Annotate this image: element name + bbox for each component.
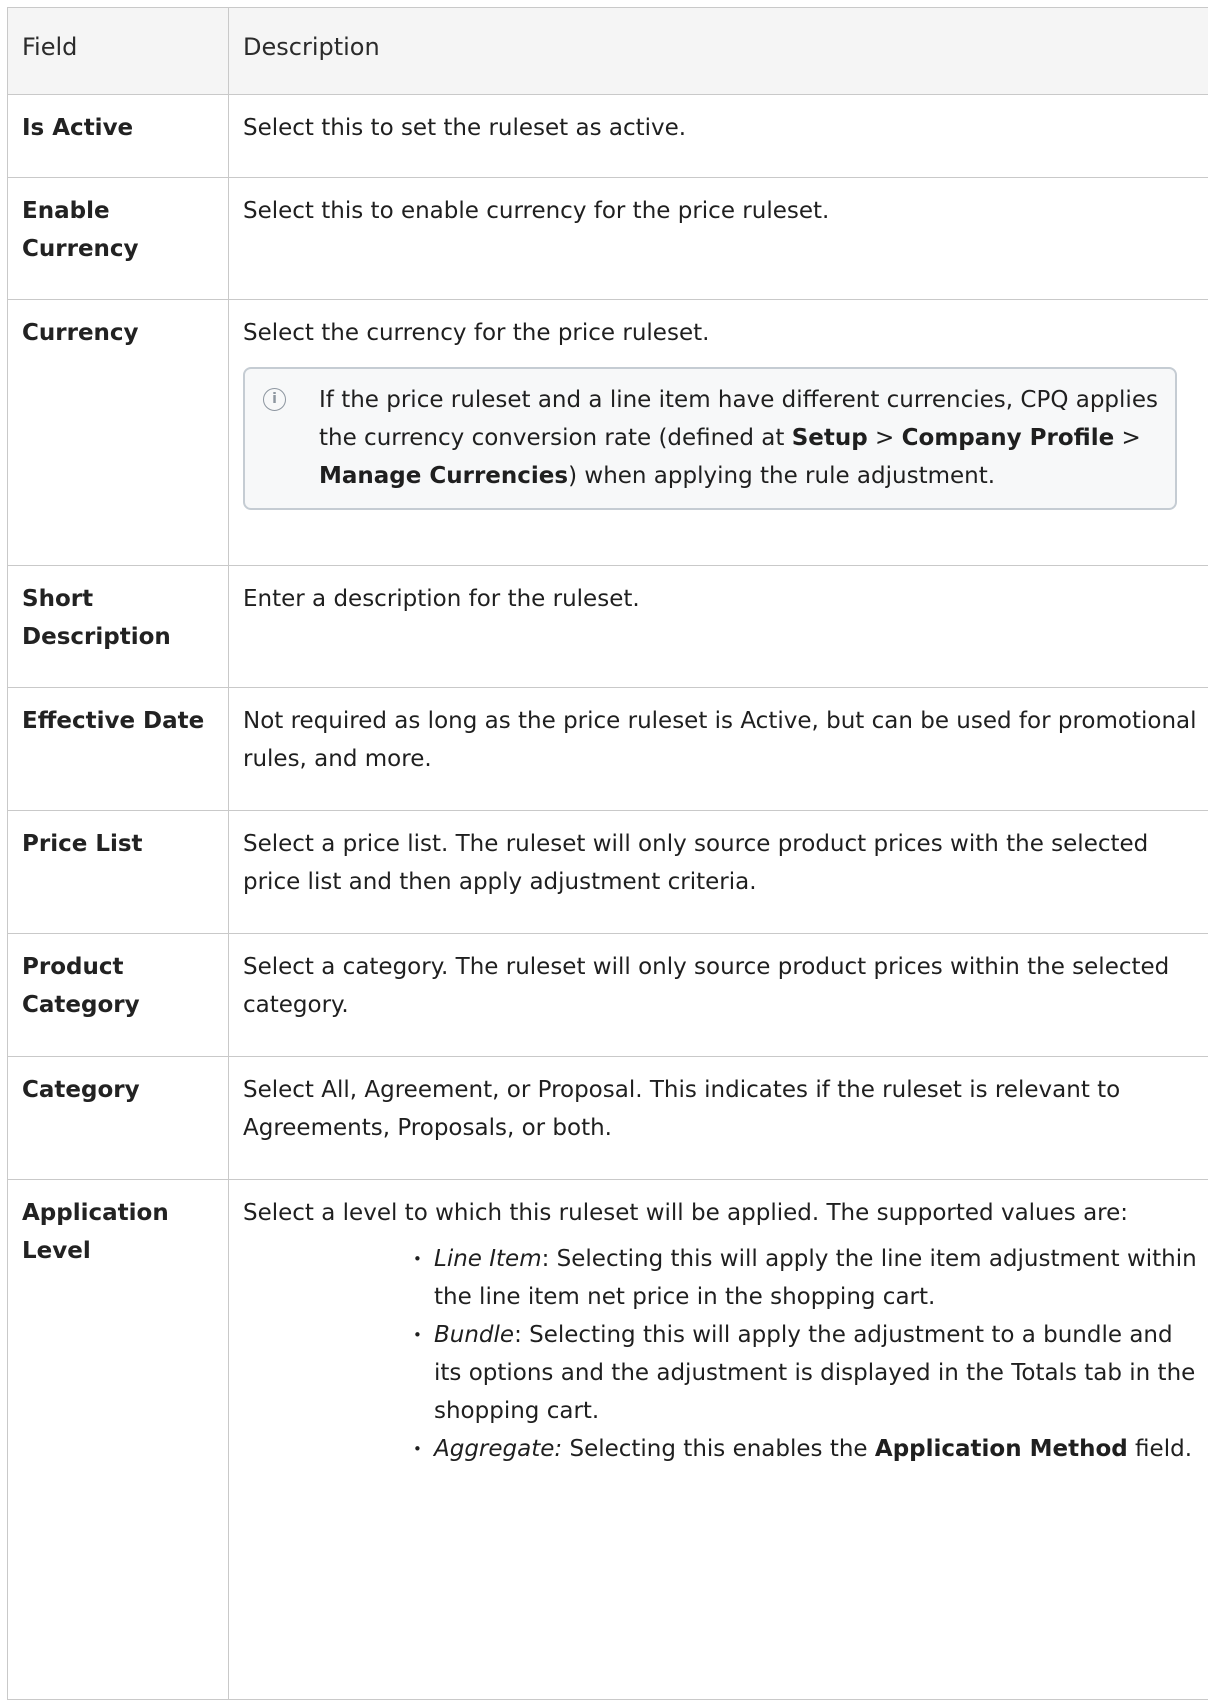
list-item-text: : Selecting this will apply the adjustme… [434, 1322, 1195, 1424]
ruleset-fields-table: Field Description Is Active Select this … [7, 7, 1208, 1700]
info-note: iIf the price ruleset and a line item ha… [243, 367, 1177, 510]
field-name: Category [8, 1057, 229, 1180]
list-item: Line Item: Selecting this will apply the… [399, 1240, 1205, 1316]
company-profile-text: Company Profile [902, 425, 1115, 451]
field-name: Effective Date [8, 688, 229, 811]
list-item-text: : Selecting this will apply the line ite… [434, 1246, 1197, 1310]
list-item-term: Line Item [434, 1246, 542, 1272]
manage-currencies-text: Manage Currencies [319, 463, 568, 489]
field-description-cell: Select the currency for the price rulese… [229, 300, 1208, 566]
table-row: Application Level Select a level to whic… [8, 1180, 1208, 1700]
field-name: Enable Currency [8, 178, 229, 300]
field-description: Select a category. The ruleset will only… [229, 934, 1208, 1057]
column-header-description: Description [229, 8, 1208, 95]
field-description: Select a level to which this ruleset wil… [243, 1194, 1205, 1232]
field-description: Not required as long as the price rulese… [229, 688, 1208, 811]
table-row: Is Active Select this to set the ruleset… [8, 95, 1208, 178]
note-separator: > [868, 425, 902, 451]
field-description: Select this to set the ruleset as active… [229, 95, 1208, 178]
field-description: Select the currency for the price rulese… [243, 314, 1205, 352]
application-level-list: Line Item: Selecting this will apply the… [243, 1240, 1205, 1468]
list-item: Bundle: Selecting this will apply the ad… [399, 1316, 1205, 1430]
table-row: Effective Date Not required as long as t… [8, 688, 1208, 811]
field-description: Select this to enable currency for the p… [229, 178, 1208, 300]
field-description: Select a price list. The ruleset will on… [229, 811, 1208, 934]
list-item-text: Selecting this enables the [562, 1436, 875, 1462]
field-name: Short Description [8, 566, 229, 688]
field-description: Select All, Agreement, or Proposal. This… [229, 1057, 1208, 1180]
list-item: Aggregate: Selecting this enables the Ap… [399, 1430, 1205, 1468]
note-text: ) when applying the rule adjustment. [568, 463, 995, 489]
field-name: Application Level [8, 1180, 229, 1700]
table-row: Currency Select the currency for the pri… [8, 300, 1208, 566]
table-row: Product Category Select a category. The … [8, 934, 1208, 1057]
field-name: Is Active [8, 95, 229, 178]
table-row: Category Select All, Agreement, or Propo… [8, 1057, 1208, 1180]
table-row: Short Description Enter a description fo… [8, 566, 1208, 688]
info-icon: i [263, 388, 286, 411]
table-row: Price List Select a price list. The rule… [8, 811, 1208, 934]
setup-link-text: Setup [792, 425, 868, 451]
table-header-row: Field Description [8, 8, 1208, 95]
note-separator: > [1114, 425, 1141, 451]
table-row: Enable Currency Select this to enable cu… [8, 178, 1208, 300]
column-header-field: Field [8, 8, 229, 95]
field-description-cell: Select a level to which this ruleset wil… [229, 1180, 1208, 1700]
application-method-text: Application Method [875, 1436, 1128, 1462]
list-item-text: field. [1128, 1436, 1192, 1462]
list-item-term: Aggregate: [434, 1436, 562, 1462]
field-name: Product Category [8, 934, 229, 1057]
list-item-term: Bundle [434, 1322, 514, 1348]
field-name: Currency [8, 300, 229, 566]
field-description: Enter a description for the ruleset. [229, 566, 1208, 688]
field-name: Price List [8, 811, 229, 934]
